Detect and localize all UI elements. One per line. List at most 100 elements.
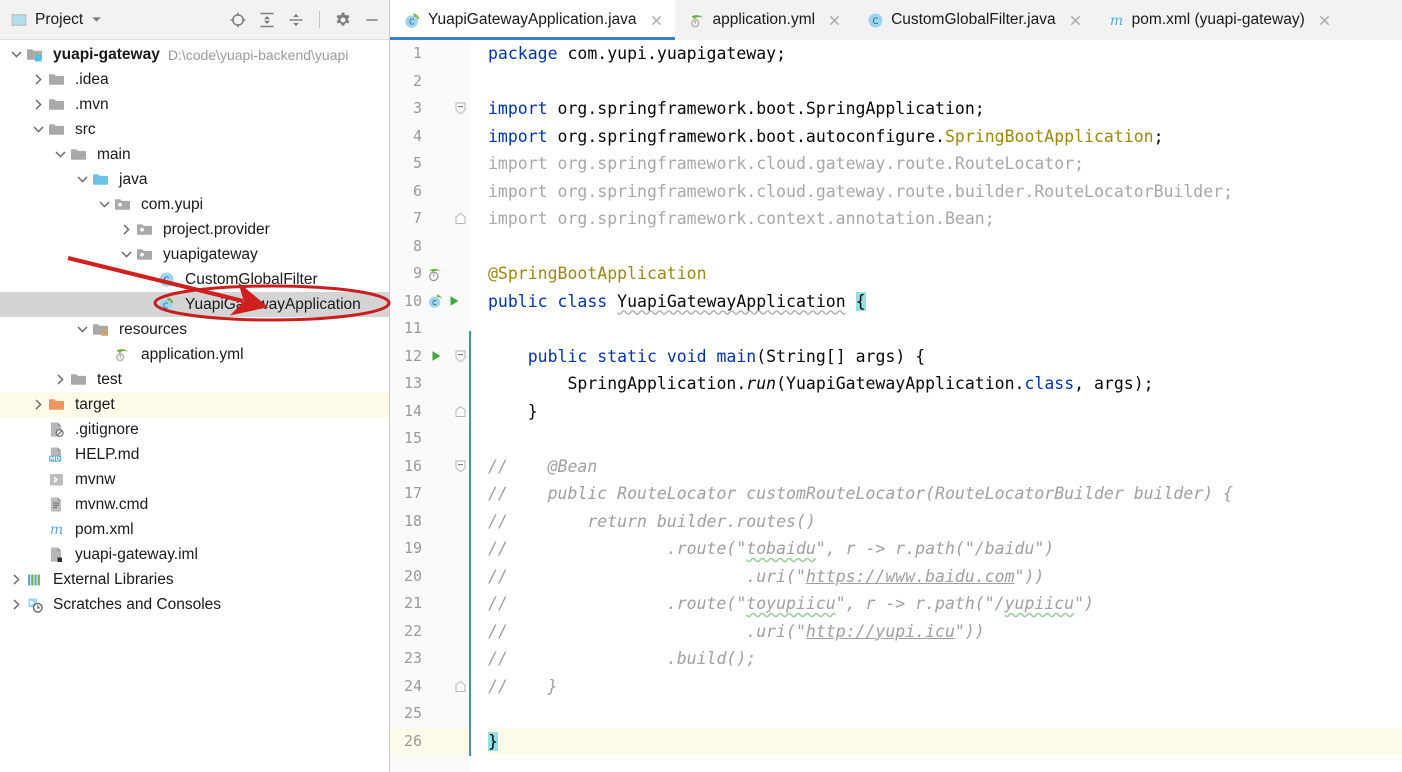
code-line[interactable]: // .uri("http://yupi.icu")) [488,618,1402,646]
gutter-line[interactable]: 25 [390,700,470,728]
tree-item-help-md[interactable]: MD HELP.md [0,442,389,467]
tree-item-yuapi-gateway[interactable]: yuapi-gateway D:\code\yuapi-backend\yuapi [0,42,389,67]
locate-file-icon[interactable] [229,11,247,29]
spring-boot-class-icon[interactable]: C [428,293,444,309]
code-line[interactable]: } [488,727,1402,755]
code-line[interactable] [488,233,1402,261]
code-line[interactable]: // .route("toyupiicu", r -> r.path("/yup… [488,590,1402,618]
code-line[interactable]: package com.yupi.yuapigateway; [488,40,1402,68]
gutter-line[interactable]: 18 [390,508,470,536]
tree-item-idea[interactable]: .idea [0,67,389,92]
editor-tab-application-yml[interactable]: application.yml [675,0,854,40]
gutter-line[interactable]: 24 [390,673,470,701]
gutter-line[interactable]: 16 [390,453,470,481]
collapse-all-icon[interactable] [287,11,305,29]
chevron-down-icon[interactable] [76,173,89,186]
gutter-line[interactable]: 13 [390,370,470,398]
code-editor[interactable]: 1 2 3 4 5 6 7 8 9 10 C 11 12 13 14 15 16 17 18 19 20 21 22 23 24… [390,40,1402,772]
tree-item-external-libraries[interactable]: External Libraries [0,567,389,592]
tree-item-project-provider[interactable]: project.provider [0,217,389,242]
chevron-down-icon[interactable] [90,13,103,26]
gutter-line[interactable]: 7 [390,205,470,233]
code-line[interactable]: import org.springframework.boot.SpringAp… [488,95,1402,123]
tree-item-yuapigatewayapplication[interactable]: C YuapiGatewayApplication [0,292,389,317]
code-line[interactable] [488,68,1402,96]
tree-item-resources[interactable]: resources [0,317,389,342]
code-line[interactable]: // .route("tobaidu", r -> r.path("/baidu… [488,535,1402,563]
code-line[interactable]: // public RouteLocator customRouteLocato… [488,480,1402,508]
code-line[interactable]: SpringApplication.run(YuapiGatewayApplic… [488,370,1402,398]
code-line[interactable] [488,315,1402,343]
tree-item-src[interactable]: src [0,117,389,142]
chevron-down-icon[interactable] [98,198,111,211]
expand-all-icon[interactable] [258,11,276,29]
tree-item-java[interactable]: java [0,167,389,192]
gutter-line[interactable]: 3 [390,95,470,123]
run-gutter-icon[interactable] [428,348,444,364]
tree-item-gitignore[interactable]: .gitignore [0,417,389,442]
tree-item-main[interactable]: main [0,142,389,167]
tree-item-customglobalfilter[interactable]: C CustomGlobalFilter [0,267,389,292]
gutter-line[interactable]: 26 [390,727,470,755]
gutter-line[interactable]: 6 [390,178,470,206]
code-fold-end-icon[interactable] [455,680,466,693]
settings-gear-icon[interactable] [334,11,352,29]
chevron-down-icon[interactable] [10,48,23,61]
editor-tab-pom-xml-yuapi-gateway[interactable]: m pom.xml (yuapi-gateway) [1094,0,1343,40]
gutter-line[interactable]: 8 [390,233,470,261]
tree-item-test[interactable]: test [0,367,389,392]
tree-item-pom-xml[interactable]: m pom.xml [0,517,389,542]
code-line[interactable]: // } [488,673,1402,701]
gutter-line[interactable]: 9 [390,260,470,288]
tree-item-application-yml[interactable]: application.yml [0,342,389,367]
run-gutter-icon[interactable] [446,293,462,309]
gutter-line[interactable]: 2 [390,68,470,96]
gutter-line[interactable]: 14 [390,398,470,426]
gutter-line[interactable]: 5 [390,150,470,178]
code-line[interactable]: // .uri("https://www.baidu.com")) [488,563,1402,591]
code-line[interactable]: import org.springframework.cloud.gateway… [488,150,1402,178]
tree-item-mvn[interactable]: .mvn [0,92,389,117]
code-text-area[interactable]: package com.yupi.yuapigateway; import org… [470,40,1402,772]
close-icon[interactable] [1312,13,1332,28]
gutter-line[interactable]: 11 [390,315,470,343]
close-icon[interactable] [1063,13,1083,28]
code-line[interactable]: public class YuapiGatewayApplication { [488,288,1402,316]
minimize-icon[interactable] [363,11,381,29]
gutter-line[interactable]: 17 [390,480,470,508]
tree-item-yuapigateway[interactable]: yuapigateway [0,242,389,267]
code-line[interactable]: import org.springframework.cloud.gateway… [488,178,1402,206]
gutter-line[interactable]: 23 [390,645,470,673]
tree-item-target[interactable]: target [0,392,389,417]
chevron-down-icon[interactable] [76,323,89,336]
editor-tab-yuapigatewayapplication-java[interactable]: C YuapiGatewayApplication.java [390,0,675,40]
code-fold-end-icon[interactable] [455,212,466,225]
tree-item-com-yupi[interactable]: com.yupi [0,192,389,217]
chevron-right-icon[interactable] [32,98,45,111]
gutter-line[interactable]: 19 [390,535,470,563]
gutter-line[interactable]: 10 C [390,288,470,316]
code-line[interactable]: public static void main(String[] args) { [488,343,1402,371]
chevron-right-icon[interactable] [32,398,45,411]
gutter-line[interactable]: 21 [390,590,470,618]
code-line[interactable]: import org.springframework.boot.autoconf… [488,123,1402,151]
code-line[interactable]: import org.springframework.context.annot… [488,205,1402,233]
chevron-right-icon[interactable] [54,373,67,386]
tree-item-mvnw[interactable]: mvnw [0,467,389,492]
chevron-right-icon[interactable] [10,598,23,611]
tree-item-mvnw-cmd[interactable]: mvnw.cmd [0,492,389,517]
spring-bean-icon[interactable] [428,266,444,282]
editor-gutter[interactable]: 1 2 3 4 5 6 7 8 9 10 C 11 12 13 14 15 16 17 18 19 20 21 22 23 24… [390,40,470,772]
gutter-line[interactable]: 4 [390,123,470,151]
tree-item-scratches-and-consoles[interactable]: Scratches and Consoles [0,592,389,617]
gutter-line[interactable]: 20 [390,563,470,591]
code-fold-collapse-icon[interactable] [455,460,466,473]
code-line[interactable]: // @Bean [488,453,1402,481]
code-fold-collapse-icon[interactable] [455,102,466,115]
close-icon[interactable] [644,13,664,28]
gutter-line[interactable]: 12 [390,343,470,371]
chevron-down-icon[interactable] [54,148,67,161]
project-tool-window-header[interactable]: Project [10,11,103,29]
code-fold-collapse-icon[interactable] [455,350,466,363]
gutter-line[interactable]: 15 [390,425,470,453]
